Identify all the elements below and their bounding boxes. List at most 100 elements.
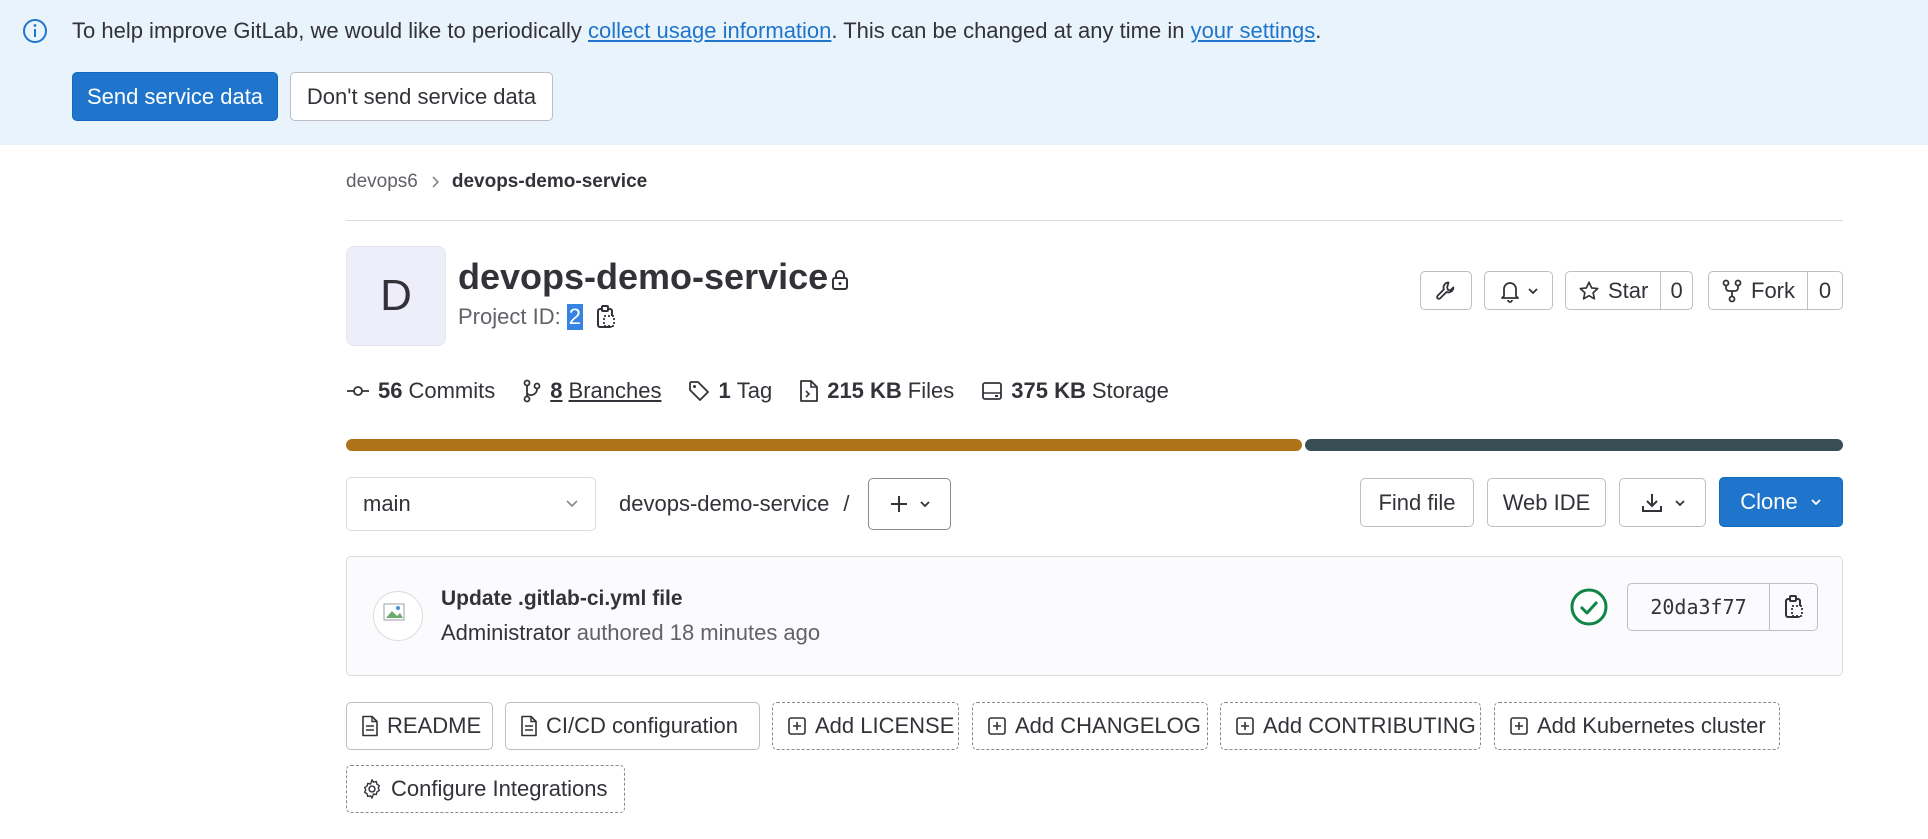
star-button-group: Star 0 bbox=[1565, 271, 1693, 310]
path-separator: / bbox=[843, 491, 850, 516]
files-stat[interactable]: 215 KB Files bbox=[799, 378, 954, 404]
readme-button[interactable]: README bbox=[346, 702, 493, 750]
info-icon bbox=[22, 18, 48, 44]
commits-stat[interactable]: 56 Commits bbox=[346, 378, 495, 404]
document-icon bbox=[520, 715, 538, 737]
breadcrumb: devops6 devops-demo-service bbox=[346, 171, 647, 193]
collect-usage-link[interactable]: collect usage information bbox=[588, 18, 831, 43]
project-stats: 56 Commits 8 Branches 1 Tag 215 KB Files… bbox=[346, 378, 1196, 404]
repo-path-root[interactable]: devops-demo-service bbox=[619, 491, 829, 516]
plus-icon bbox=[889, 494, 909, 514]
file-code-icon bbox=[799, 379, 827, 403]
download-icon bbox=[1640, 492, 1664, 514]
branch-selector[interactable]: main bbox=[346, 477, 596, 531]
language-segment[interactable] bbox=[346, 439, 1303, 451]
language-segment[interactable] bbox=[1305, 439, 1843, 451]
files-label: Files bbox=[907, 378, 955, 403]
fork-label: Fork bbox=[1751, 277, 1795, 303]
clone-button[interactable]: Clone bbox=[1719, 477, 1843, 527]
commit-sha[interactable]: 20da3f77 bbox=[1628, 584, 1770, 630]
commit-author-avatar[interactable] bbox=[373, 591, 423, 641]
tags-stat[interactable]: 1 Tag bbox=[688, 378, 772, 404]
branches-stat[interactable]: 8 Branches bbox=[522, 378, 661, 404]
project-id: Project ID: 2 bbox=[458, 304, 617, 330]
add-license-label: Add LICENSE bbox=[815, 713, 955, 738]
branch-icon bbox=[522, 379, 550, 403]
banner-text-middle: . This can be changed at any time in bbox=[831, 18, 1191, 43]
commit-author[interactable]: Administrator bbox=[441, 620, 571, 645]
configure-integrations-label: Configure Integrations bbox=[391, 776, 608, 801]
plus-square-icon bbox=[787, 716, 807, 736]
commit-title[interactable]: Update .gitlab-ci.yml file bbox=[441, 587, 683, 611]
project-id-label: Project ID: bbox=[458, 304, 561, 329]
copy-icon bbox=[1783, 594, 1805, 620]
chevron-down-icon bbox=[1527, 286, 1539, 296]
branches-count: 8 bbox=[550, 378, 563, 403]
branch-selector-value: main bbox=[363, 491, 411, 516]
star-count[interactable]: 0 bbox=[1661, 272, 1692, 309]
disk-icon bbox=[981, 381, 1011, 401]
star-button[interactable]: Star bbox=[1566, 272, 1662, 309]
last-commit-panel: Update .gitlab-ci.yml file Administrator… bbox=[346, 556, 1843, 676]
banner-message: To help improve GitLab, we would like to… bbox=[72, 18, 1321, 44]
lock-icon bbox=[828, 268, 852, 292]
notification-settings-button[interactable] bbox=[1484, 271, 1553, 310]
tag-icon bbox=[688, 380, 718, 402]
commit-authored-text: authored bbox=[576, 620, 664, 645]
bell-icon bbox=[1499, 279, 1521, 303]
star-icon bbox=[1578, 280, 1600, 302]
storage-stat[interactable]: 375 KB Storage bbox=[981, 378, 1169, 404]
plus-square-icon bbox=[1509, 716, 1529, 736]
commits-count: 56 bbox=[378, 378, 403, 403]
files-size: 215 KB bbox=[827, 378, 902, 403]
commit-time: 18 minutes ago bbox=[669, 620, 821, 645]
add-contributing-button[interactable]: Add CONTRIBUTING bbox=[1220, 702, 1481, 750]
commit-sha-group: 20da3f77 bbox=[1627, 583, 1818, 631]
configure-integrations-button[interactable]: Configure Integrations bbox=[346, 765, 625, 813]
breadcrumb-parent[interactable]: devops6 bbox=[346, 171, 418, 193]
chevron-right-icon bbox=[430, 175, 440, 189]
star-label: Star bbox=[1608, 277, 1649, 303]
fork-button-group: Fork 0 bbox=[1708, 271, 1843, 310]
breadcrumb-divider bbox=[346, 220, 1843, 221]
repository-languages-bar[interactable] bbox=[346, 439, 1843, 451]
tags-label: Tag bbox=[736, 378, 773, 403]
cicd-configuration-button[interactable]: CI/CD configuration bbox=[505, 702, 760, 750]
send-service-data-button[interactable]: Send service data bbox=[72, 72, 278, 121]
find-file-button[interactable]: Find file bbox=[1360, 478, 1474, 527]
chevron-down-icon bbox=[1674, 498, 1686, 508]
add-to-tree-button[interactable] bbox=[868, 478, 951, 530]
usage-ping-banner: To help improve GitLab, we would like to… bbox=[0, 0, 1928, 145]
copy-icon[interactable] bbox=[595, 304, 617, 330]
add-kubernetes-cluster-button[interactable]: Add Kubernetes cluster bbox=[1494, 702, 1780, 750]
project-settings-button[interactable] bbox=[1420, 271, 1472, 310]
commits-label: Commits bbox=[408, 378, 496, 403]
plus-square-icon bbox=[987, 716, 1007, 736]
branches-label: Branches bbox=[568, 378, 662, 403]
chevron-down-icon bbox=[919, 499, 931, 509]
plus-square-icon bbox=[1235, 716, 1255, 736]
download-button[interactable] bbox=[1619, 478, 1706, 527]
add-contributing-label: Add CONTRIBUTING bbox=[1263, 713, 1476, 738]
fork-icon bbox=[1721, 279, 1743, 303]
breadcrumb-current[interactable]: devops-demo-service bbox=[452, 171, 647, 193]
project-avatar: D bbox=[346, 246, 446, 346]
add-license-button[interactable]: Add LICENSE bbox=[772, 702, 959, 750]
fork-button[interactable]: Fork bbox=[1709, 272, 1808, 309]
pipeline-passed-icon[interactable] bbox=[1569, 587, 1609, 627]
storage-size: 375 KB bbox=[1011, 378, 1086, 403]
commit-icon bbox=[346, 383, 378, 399]
add-changelog-button[interactable]: Add CHANGELOG bbox=[972, 702, 1208, 750]
chevron-down-icon bbox=[565, 499, 579, 509]
clone-label: Clone bbox=[1740, 489, 1798, 514]
your-settings-link[interactable]: your settings bbox=[1191, 18, 1316, 43]
copy-sha-button[interactable] bbox=[1770, 584, 1817, 630]
banner-text-before: To help improve GitLab, we would like to… bbox=[72, 18, 589, 43]
web-ide-button[interactable]: Web IDE bbox=[1487, 478, 1606, 527]
add-kubernetes-cluster-label: Add Kubernetes cluster bbox=[1537, 713, 1766, 738]
readme-label: README bbox=[387, 713, 482, 738]
dont-send-service-data-button[interactable]: Don't send service data bbox=[290, 72, 553, 121]
fork-count[interactable]: 0 bbox=[1808, 272, 1842, 309]
commit-meta: Administrator authored 18 minutes ago bbox=[441, 620, 820, 646]
chevron-down-icon bbox=[1810, 497, 1822, 507]
